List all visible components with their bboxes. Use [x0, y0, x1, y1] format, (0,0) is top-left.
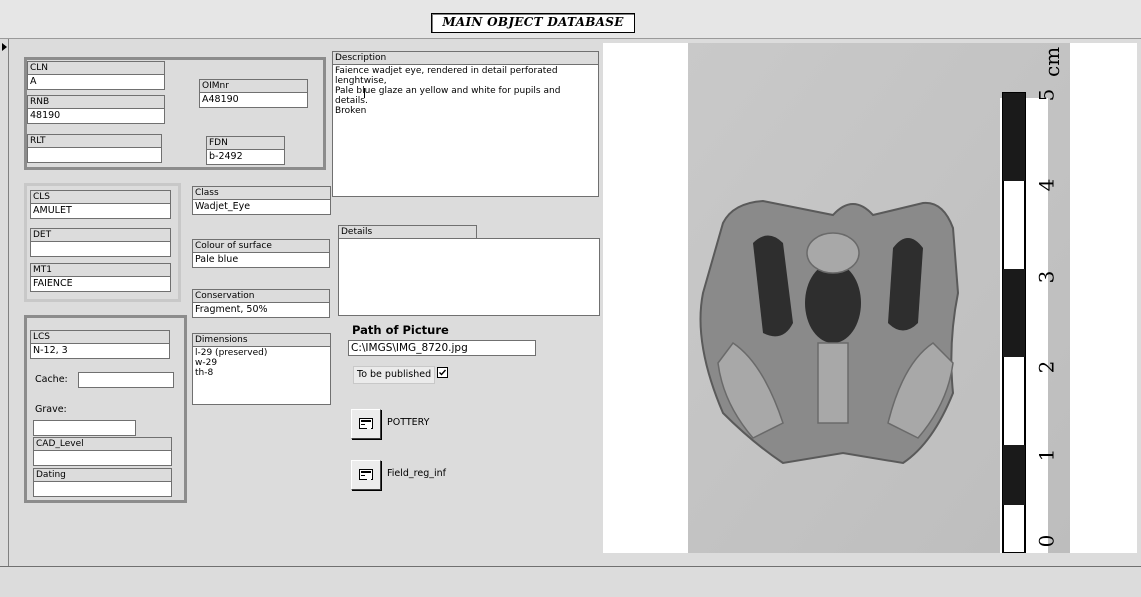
- cache-field[interactable]: [78, 372, 174, 388]
- scale-number-5: 5: [1034, 88, 1059, 102]
- dating-label: Dating: [33, 468, 172, 481]
- class-label: Class: [192, 186, 331, 199]
- cls-label: CLS: [30, 190, 171, 203]
- mt1-label: MT1: [30, 263, 171, 276]
- form-icon: [359, 418, 373, 429]
- dimensions-field[interactable]: l-29 (preserved) w-29 th-8: [192, 346, 331, 405]
- conservation-label: Conservation: [192, 289, 330, 302]
- object-photo: cm 5 4 3 2 1 0: [603, 43, 1137, 553]
- details-field[interactable]: [338, 238, 600, 316]
- fdn-label: FDN: [206, 136, 285, 149]
- cls-field[interactable]: AMULET: [30, 203, 171, 219]
- det-field[interactable]: [30, 241, 171, 257]
- fdn-field[interactable]: b-2492: [206, 149, 285, 165]
- scale-number-0: 0: [1034, 534, 1059, 548]
- scale-number-4: 4: [1034, 178, 1059, 192]
- oimnr-field[interactable]: A48190: [199, 92, 308, 108]
- form-icon: [359, 469, 373, 480]
- cad-level-field[interactable]: [33, 450, 172, 466]
- rlt-label: RLT: [27, 134, 162, 147]
- dimensions-label: Dimensions: [192, 333, 331, 346]
- rlt-field[interactable]: [27, 147, 162, 163]
- grave-label: Grave:: [35, 404, 67, 415]
- description-label: Description: [332, 51, 599, 64]
- field-reg-inf-button[interactable]: [351, 460, 381, 490]
- to-be-published-label: To be published: [353, 366, 436, 384]
- details-label: Details: [338, 225, 477, 238]
- page-title: MAIN OBJECT DATABASE: [431, 13, 635, 33]
- class-field[interactable]: Wadjet_Eye: [192, 199, 331, 215]
- oimnr-label: OIMnr: [199, 79, 308, 92]
- det-label: DET: [30, 228, 171, 241]
- scale-number-1: 1: [1034, 448, 1059, 462]
- mt1-field[interactable]: FAIENCE: [30, 276, 171, 292]
- lcs-field[interactable]: N-12, 3: [30, 343, 170, 359]
- lcs-label: LCS: [30, 330, 170, 343]
- path-of-picture-heading: Path of Picture: [352, 323, 449, 337]
- grave-field[interactable]: [33, 420, 136, 436]
- current-record-arrow-icon[interactable]: [2, 43, 7, 51]
- picture-path-field[interactable]: C:\IMGS\IMG_8720.jpg: [348, 340, 536, 356]
- field-reg-inf-button-label: Field_reg_inf: [387, 468, 447, 479]
- to-be-published-checkbox[interactable]: [437, 367, 448, 378]
- scale-number-3: 3: [1034, 270, 1059, 284]
- cad-level-label: CAD_Level: [33, 437, 172, 450]
- cln-field[interactable]: A: [27, 74, 165, 90]
- scale-number-2: 2: [1034, 360, 1059, 374]
- record-selector-column: [0, 39, 9, 566]
- colour-of-surface-label: Colour of surface: [192, 239, 330, 252]
- rnb-label: RNB: [27, 95, 165, 108]
- pottery-button-label: POTTERY: [387, 417, 430, 428]
- pottery-button[interactable]: [351, 409, 381, 439]
- scale-unit-label: cm: [1040, 46, 1064, 77]
- colour-of-surface-field[interactable]: Pale blue: [192, 252, 330, 268]
- footer-bar: [0, 566, 1141, 597]
- rnb-field[interactable]: 48190: [27, 108, 165, 124]
- cache-label: Cache:: [35, 374, 68, 385]
- text-cursor: [364, 88, 365, 98]
- conservation-field[interactable]: Fragment, 50%: [192, 302, 330, 318]
- dating-field[interactable]: [33, 481, 172, 497]
- description-field[interactable]: Faience wadjet eye, rendered in detail p…: [332, 64, 599, 197]
- cln-label: CLN: [27, 61, 165, 74]
